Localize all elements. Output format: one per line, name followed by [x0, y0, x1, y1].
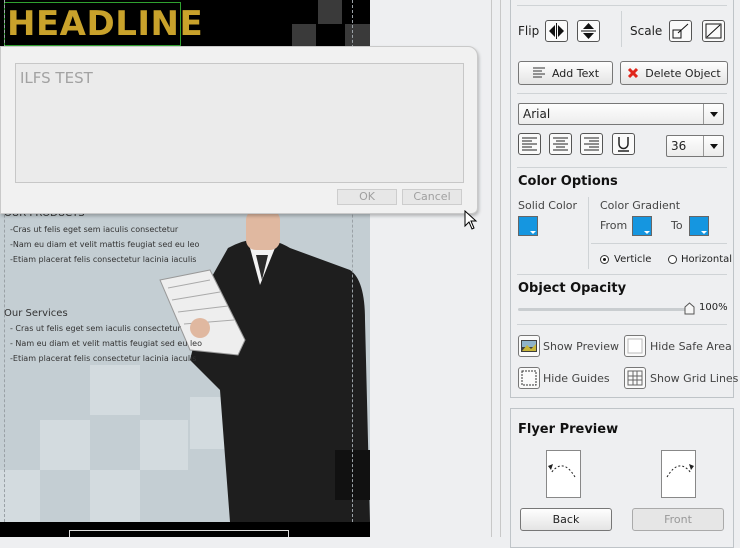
hide-guides-toggle[interactable] — [518, 367, 540, 389]
add-text-label: Add Text — [551, 66, 600, 80]
back-label: Back — [552, 513, 580, 526]
products-item[interactable]: -Nam eu diam et velit mattis feugiat sed… — [10, 240, 199, 249]
font-size-select[interactable]: 36 — [666, 135, 724, 157]
gradient-from-swatch[interactable] — [632, 216, 652, 236]
flyer-headline[interactable]: HEADLINE — [4, 2, 203, 46]
divider — [491, 0, 492, 537]
scale-down-icon — [672, 23, 689, 39]
object-opacity-title: Object Opacity — [518, 281, 627, 296]
hide-safe-area-label[interactable]: Hide Safe Area — [650, 340, 732, 353]
flyer-preview-title: Flyer Preview — [518, 422, 619, 437]
align-center-icon — [553, 137, 568, 151]
underline-button[interactable] — [612, 133, 635, 155]
text-lines-icon — [532, 67, 545, 78]
services-heading[interactable]: Our Services — [4, 308, 68, 319]
show-grid-lines-label[interactable]: Show Grid Lines — [650, 372, 738, 385]
grid-icon — [627, 370, 643, 386]
mouse-cursor-icon — [464, 210, 478, 230]
hide-safe-area-toggle[interactable] — [624, 335, 646, 357]
edit-text-dialog: ILFS TEST OK Cancel — [0, 46, 478, 214]
guides-icon — [521, 370, 537, 386]
safe-area-icon — [627, 338, 643, 354]
services-item[interactable]: - Cras ut felis eget sem iaculis consect… — [10, 324, 181, 333]
align-right-icon — [584, 137, 599, 151]
gradient-to-swatch[interactable] — [689, 216, 709, 236]
scale-label: Scale — [630, 24, 663, 38]
cancel-button[interactable]: Cancel — [402, 189, 462, 205]
ok-button[interactable]: OK — [337, 189, 397, 205]
scale-up-button[interactable] — [702, 20, 725, 42]
show-preview-label[interactable]: Show Preview — [543, 340, 619, 353]
flip-vertical-icon — [581, 23, 596, 39]
from-label: From — [600, 219, 628, 232]
bg-square — [90, 470, 140, 522]
products-item[interactable]: -Cras ut felis eget sem iaculis consecte… — [10, 225, 178, 234]
delete-object-button[interactable]: Delete Object — [620, 61, 728, 85]
back-preview-thumbnail[interactable] — [546, 450, 581, 498]
front-label: Front — [664, 513, 692, 526]
font-family-value: Arial — [523, 107, 551, 121]
flip-label: Flip — [518, 24, 540, 38]
flip-vertical-button[interactable] — [577, 20, 600, 42]
chevron-down-icon — [703, 104, 723, 124]
solid-color-swatch[interactable] — [518, 216, 538, 236]
hide-guides-label[interactable]: Hide Guides — [543, 372, 610, 385]
front-button[interactable]: Front — [632, 508, 724, 531]
divider — [500, 0, 501, 537]
to-label: To — [671, 219, 683, 232]
text-edit-area[interactable]: ILFS TEST — [15, 63, 464, 183]
delete-object-label: Delete Object — [645, 66, 721, 80]
underline-icon — [618, 137, 629, 152]
verticle-radio[interactable] — [600, 255, 609, 264]
scale-down-button[interactable] — [669, 20, 692, 42]
preview-image-icon — [521, 340, 537, 352]
curved-arrow-right-icon — [666, 464, 694, 478]
scale-up-icon — [705, 23, 722, 39]
services-item[interactable]: -Etiam placerat felis consectetur lacini… — [10, 354, 196, 363]
back-button[interactable]: Back — [520, 508, 612, 531]
show-preview-toggle[interactable] — [518, 335, 540, 357]
products-item[interactable]: -Etiam placerat felis consectetur lacini… — [10, 255, 196, 264]
services-item[interactable]: - Nam eu diam et velit mattis feugiat se… — [10, 339, 202, 348]
chevron-down-icon — [703, 136, 723, 156]
tools-panel: Flip Scale Add Text Delete Object Arial … — [510, 0, 738, 398]
verticle-label: Verticle — [614, 254, 652, 265]
flip-horizontal-button[interactable] — [545, 20, 568, 42]
bg-square — [90, 365, 140, 415]
align-center-button[interactable] — [549, 133, 572, 155]
flyer-preview-panel: Flyer Preview Back Front — [510, 408, 734, 548]
curved-arrow-left-icon — [548, 464, 576, 478]
horizontal-radio[interactable] — [668, 255, 677, 264]
opacity-slider-thumb[interactable] — [684, 302, 695, 315]
opacity-value: 100% — [699, 302, 728, 313]
red-x-icon — [628, 67, 639, 79]
color-options-title: Color Options — [518, 174, 618, 189]
footer-text-box[interactable] — [69, 530, 289, 537]
align-right-button[interactable] — [580, 133, 603, 155]
font-size-value: 36 — [671, 139, 687, 153]
align-left-button[interactable] — [518, 133, 541, 155]
opacity-slider-track[interactable] — [518, 308, 693, 311]
bg-square — [0, 470, 40, 522]
bg-square — [40, 420, 90, 470]
color-gradient-label: Color Gradient — [600, 199, 681, 212]
align-left-icon — [522, 137, 537, 151]
add-text-button[interactable]: Add Text — [518, 61, 613, 85]
front-preview-thumbnail[interactable] — [661, 450, 696, 498]
flip-horizontal-icon — [549, 23, 564, 39]
font-family-select[interactable]: Arial — [518, 103, 724, 125]
solid-color-label: Solid Color — [518, 199, 578, 212]
horizontal-label: Horizontal — [681, 254, 733, 265]
show-grid-lines-toggle[interactable] — [624, 367, 646, 389]
